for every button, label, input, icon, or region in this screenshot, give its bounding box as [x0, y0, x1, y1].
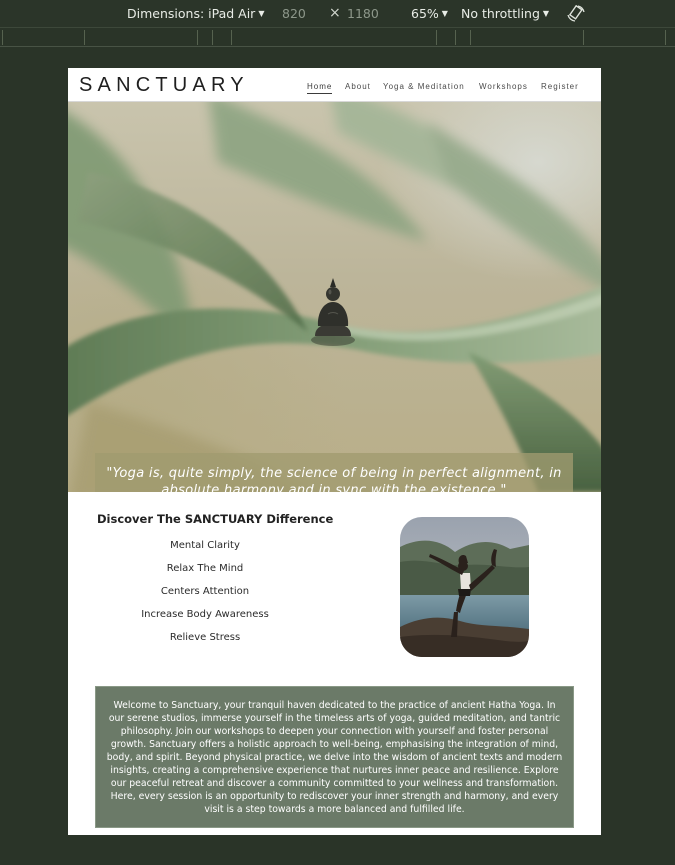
site-header: SANCTUARY Home About Yoga & Meditation W… [68, 68, 601, 104]
devtools-device-toolbar: Dimensions: iPad Air ▼ 820 × 1180 65% ▼ No… [0, 0, 675, 28]
benefit-item: Increase Body Awareness [141, 609, 269, 620]
benefit-item: Centers Attention [160, 586, 250, 597]
media-query-bar [0, 28, 675, 47]
device-viewport: SANCTUARY Home About Yoga & Meditation W… [68, 68, 601, 835]
rotate-icon[interactable] [566, 5, 586, 23]
media-query-marker[interactable] [212, 30, 213, 45]
nav-register-link[interactable]: Register [541, 82, 579, 92]
media-query-marker[interactable] [197, 30, 198, 45]
media-query-marker[interactable] [2, 30, 3, 45]
nav-about-link[interactable]: About [345, 82, 371, 92]
welcome-paragraph: Welcome to Sanctuary, your tranquil have… [106, 700, 563, 815]
difference-heading: Discover The SANCTUARY Difference [97, 512, 334, 526]
benefit-item: Relax The Mind [166, 563, 244, 574]
media-query-marker[interactable] [84, 30, 85, 45]
throttling-label: No throttling [461, 6, 540, 21]
benefit-item: Mental Clarity [170, 540, 240, 551]
nav-workshops-link[interactable]: Workshops [479, 82, 528, 92]
device-dimensions-dropdown[interactable]: Dimensions: iPad Air ▼ [127, 7, 264, 21]
media-query-marker[interactable] [665, 30, 666, 45]
hero-quote-box: "Yoga is, quite simply, the science of b… [95, 453, 573, 492]
buddha-statue [311, 278, 355, 346]
media-query-marker[interactable] [436, 30, 437, 45]
yoga-pose-photo [400, 517, 529, 657]
throttling-dropdown[interactable]: No throttling ▼ [461, 7, 549, 21]
yoga-pose-illustration [400, 517, 529, 657]
welcome-text-box: Welcome to Sanctuary, your tranquil have… [95, 686, 574, 828]
chevron-down-icon: ▼ [542, 9, 550, 18]
zoom-label: 65% [411, 6, 439, 21]
device-width-input[interactable]: 820 [282, 7, 306, 21]
dimension-separator: × [329, 5, 341, 21]
site-logo[interactable]: SANCTUARY [79, 74, 249, 97]
media-query-marker[interactable] [583, 30, 584, 45]
device-height-input[interactable]: 1180 [347, 7, 379, 21]
hero-image: "Yoga is, quite simply, the science of b… [68, 102, 601, 492]
benefit-item: Relieve Stress [169, 632, 241, 643]
media-query-marker[interactable] [231, 30, 232, 45]
nav-yoga-meditation-link[interactable]: Yoga & Meditation [383, 82, 465, 92]
device-dimensions-label: Dimensions: iPad Air [127, 6, 256, 21]
benefits-list: Mental Clarity Relax The Mind Centers At… [130, 539, 280, 654]
media-query-marker[interactable] [455, 30, 456, 45]
chevron-down-icon: ▼ [258, 9, 265, 18]
media-query-marker[interactable] [470, 30, 471, 45]
hero-quote: "Yoga is, quite simply, the science of b… [106, 466, 562, 492]
zoom-dropdown[interactable]: 65% ▼ [411, 7, 448, 21]
chevron-down-icon: ▼ [441, 9, 448, 18]
hero-leaf-buddha-illustration [68, 102, 601, 492]
nav-home-link[interactable]: Home [307, 82, 333, 94]
